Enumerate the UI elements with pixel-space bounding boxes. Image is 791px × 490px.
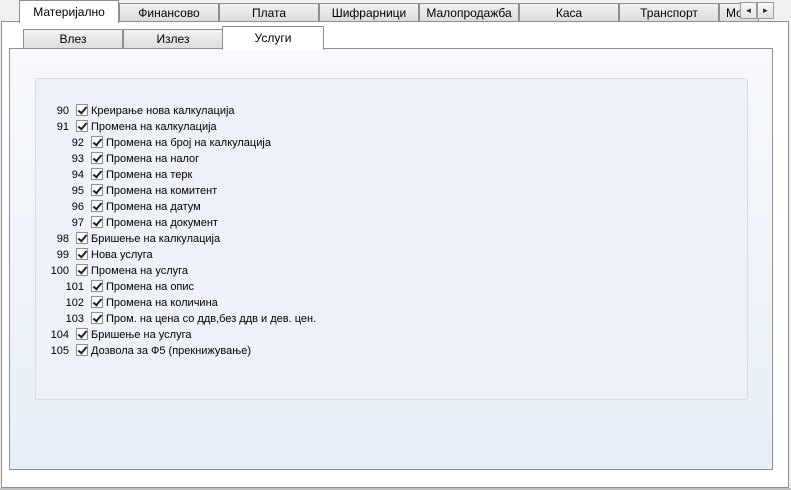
permission-number: 97: [71, 217, 84, 229]
subtab-vlez[interactable]: Влез: [23, 29, 123, 49]
tab-finansovo[interactable]: Финансово: [119, 3, 219, 21]
tab-plata[interactable]: Плата: [219, 3, 319, 21]
permission-checkbox[interactable]: [91, 152, 103, 164]
permission-label: Промена на број на калкулација: [106, 137, 271, 149]
permission-label: Креирање нова калкулација: [91, 105, 235, 117]
permission-label: Пром. на цена со ддв,без ддв и дев. цен.: [106, 313, 317, 325]
permission-checkbox[interactable]: [91, 136, 103, 148]
services-panel: 90 Креирање нова калкулација 91 Промена на …: [9, 48, 773, 470]
permission-row: 103 Пром. на цена со ддв,без ддв и дев. ц…: [36, 312, 636, 326]
permission-checkbox[interactable]: [76, 328, 88, 340]
subtab-izlez[interactable]: Излез: [123, 29, 223, 49]
permission-row: 104 Бришење на услуга: [36, 328, 636, 342]
permission-checkbox[interactable]: [76, 248, 88, 260]
subtab-uslugi[interactable]: Услуги: [222, 26, 324, 50]
permission-label: Бришење на услуга: [91, 329, 192, 341]
permission-number: 105: [50, 345, 69, 357]
permission-checkbox[interactable]: [91, 168, 103, 180]
permission-label: Промена на налог: [106, 153, 200, 165]
permission-checkbox[interactable]: [76, 120, 88, 132]
permission-label: Нова услуга: [91, 249, 153, 261]
permission-label: Промена на документ: [106, 217, 218, 229]
permission-label: Промена на опис: [106, 281, 195, 293]
tab-materijalno[interactable]: Материјално: [19, 0, 119, 23]
top-tab-strip: Материјално Финансово Плата Шифрарници М…: [0, 0, 791, 23]
permission-number: 103: [65, 313, 84, 325]
permission-number: 104: [50, 329, 69, 341]
permission-number: 91: [56, 121, 69, 133]
permission-row: 91 Промена на калкулација: [36, 120, 636, 134]
permission-number: 98: [56, 233, 69, 245]
tab-scroll-left-button[interactable]: ◄: [740, 2, 757, 19]
permission-label: Промена на калкулација: [91, 121, 217, 133]
permission-row: 93 Промена на налог: [36, 152, 636, 166]
tab-transport[interactable]: Транспорт: [619, 3, 719, 21]
tab-kasa[interactable]: Каса: [519, 3, 619, 21]
permission-checkbox[interactable]: [76, 344, 88, 356]
tab-sifrarnici[interactable]: Шифрарници: [319, 3, 419, 21]
tab-maloprodazba[interactable]: Малопродажба: [419, 3, 519, 21]
permission-checkbox[interactable]: [76, 104, 88, 116]
permission-checkbox[interactable]: [91, 216, 103, 228]
permission-label: Промена на датум: [106, 201, 201, 213]
main-tab-panel: Влез Излез Услуги 90 Креирање нова калкул…: [1, 21, 789, 488]
permission-checkbox[interactable]: [76, 264, 88, 276]
permission-checkbox[interactable]: [76, 232, 88, 244]
permission-checkbox[interactable]: [91, 312, 103, 324]
permission-checkbox[interactable]: [91, 280, 103, 292]
permission-label: Промена на терк: [106, 169, 193, 181]
permissions-group: 90 Креирање нова калкулација 91 Промена на …: [35, 78, 748, 400]
permission-number: 101: [65, 281, 84, 293]
permission-row: 90 Креирање нова калкулација: [36, 104, 636, 118]
permission-row: 96 Промена на датум: [36, 200, 636, 214]
permission-number: 94: [71, 169, 84, 181]
sub-tab-strip: Влез Излез Услуги: [2, 22, 788, 50]
permission-checkbox[interactable]: [91, 200, 103, 212]
permission-label: Промена на комитент: [106, 185, 218, 197]
permission-row: 95 Промена на комитент: [36, 184, 636, 198]
permission-row: 100 Промена на услуга: [36, 264, 636, 278]
permission-row: 99 Нова услуга: [36, 248, 636, 262]
permission-checkbox[interactable]: [91, 296, 103, 308]
permission-row: 101 Промена на опис: [36, 280, 636, 294]
permission-row: 102 Промена на количина: [36, 296, 636, 310]
permission-label: Дозвола за Ф5 (прекнижување): [91, 345, 251, 357]
permission-row: 98 Бришење на калкулација: [36, 232, 636, 246]
tab-scroll-right-button[interactable]: ►: [757, 2, 774, 19]
permission-row: 92 Промена на број на калкулација: [36, 136, 636, 150]
permission-number: 90: [56, 105, 69, 117]
permission-number: 96: [71, 201, 84, 213]
permission-row: 97 Промена на документ: [36, 216, 636, 230]
permission-label: Промена на количина: [106, 297, 218, 309]
permission-label: Промена на услуга: [91, 265, 189, 277]
permission-label: Бришење на калкулација: [91, 233, 221, 245]
permission-number: 100: [50, 265, 69, 277]
permission-row: 94 Промена на терк: [36, 168, 636, 182]
permission-row: 105 Дозвола за Ф5 (прекнижување): [36, 344, 636, 358]
permission-number: 93: [71, 153, 84, 165]
permission-number: 99: [56, 249, 69, 261]
permission-number: 102: [65, 297, 84, 309]
permission-number: 92: [71, 137, 84, 149]
permission-checkbox[interactable]: [91, 184, 103, 196]
permission-number: 95: [71, 185, 84, 197]
